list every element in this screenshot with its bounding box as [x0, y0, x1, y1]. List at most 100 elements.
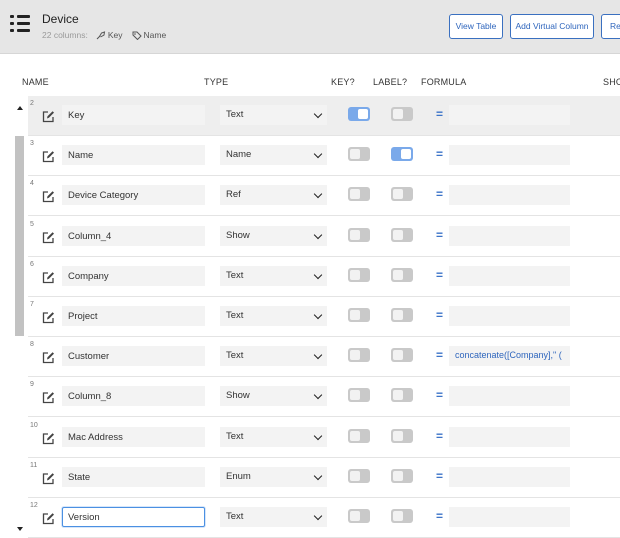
key-toggle[interactable]: [348, 428, 370, 443]
column-name-input[interactable]: Company: [62, 265, 205, 286]
formula-input[interactable]: [449, 225, 570, 246]
list-menu-icon[interactable]: [10, 15, 30, 33]
column-type-select[interactable]: Text: [220, 426, 327, 447]
row-number: 2: [30, 100, 34, 107]
column-name-input[interactable]: Column_8: [62, 386, 205, 407]
label-toggle[interactable]: [391, 227, 413, 242]
label-toggle[interactable]: [391, 509, 413, 523]
column-type-select[interactable]: Text: [220, 346, 327, 367]
pencil-square-icon[interactable]: [42, 271, 55, 284]
key-toggle[interactable]: [348, 227, 370, 242]
label-toggle[interactable]: [391, 187, 413, 202]
key-toggle[interactable]: [348, 468, 370, 483]
column-name-input[interactable]: Key: [62, 105, 205, 125]
pencil-square-icon[interactable]: [42, 150, 55, 163]
chevron-down-icon: [313, 310, 323, 320]
regenerate-button[interactable]: Re: [601, 14, 620, 39]
column-count: 22 columns:: [42, 30, 88, 40]
equals-icon: =: [436, 308, 444, 322]
column-row: 9 Column_8 Show =: [28, 377, 620, 418]
label-toggle[interactable]: [391, 468, 413, 483]
column-heading-show: SHO: [603, 77, 620, 87]
column-name-input[interactable]: Project: [62, 306, 205, 326]
key-toggle[interactable]: [348, 147, 370, 162]
add-virtual-column-button[interactable]: Add Virtual Column: [510, 14, 594, 39]
column-type-select[interactable]: Enum: [220, 466, 327, 487]
label-toggle[interactable]: [391, 428, 413, 443]
key-toggle[interactable]: [348, 388, 370, 403]
key-toggle[interactable]: [348, 107, 370, 121]
pencil-square-icon[interactable]: [42, 512, 55, 525]
key-toggle[interactable]: [348, 187, 370, 202]
pencil-square-icon[interactable]: [42, 391, 55, 404]
column-name-input[interactable]: Mac Address: [62, 426, 205, 447]
row-number: 10: [30, 421, 38, 429]
column-name-input[interactable]: Device Category: [62, 185, 205, 206]
pencil-square-icon[interactable]: [42, 351, 55, 364]
column-type-select[interactable]: Text: [220, 265, 327, 286]
formula-input[interactable]: [449, 185, 570, 206]
formula-input[interactable]: [449, 386, 570, 407]
formula-input[interactable]: concatenate([Company]," (: [449, 346, 570, 367]
formula-input[interactable]: [449, 426, 570, 447]
pencil-square-icon[interactable]: [42, 311, 55, 324]
column-row: 4 Device Category Ref =: [28, 176, 620, 217]
chevron-down-icon: [313, 471, 323, 481]
column-type-select[interactable]: Text: [220, 306, 327, 326]
column-name-input[interactable]: Column_4: [62, 225, 205, 246]
column-row: 3 Name Name =: [28, 136, 620, 177]
column-type-value: Text: [226, 430, 244, 442]
scroll-down-arrow[interactable]: [17, 527, 23, 531]
key-toggle[interactable]: [348, 308, 370, 322]
formula-input[interactable]: [449, 507, 570, 527]
scrollbar-thumb[interactable]: [15, 136, 24, 336]
key-toggle[interactable]: [348, 509, 370, 523]
label-toggle[interactable]: [391, 267, 413, 282]
equals-icon: =: [436, 348, 444, 363]
view-table-button[interactable]: View Table: [449, 14, 503, 39]
label-toggle[interactable]: [391, 107, 413, 121]
label-toggle[interactable]: [391, 147, 413, 162]
column-heading-label: LABEL?: [373, 77, 408, 87]
column-name-input[interactable]: State: [62, 466, 205, 487]
row-number: 5: [30, 220, 34, 228]
formula-input[interactable]: [449, 145, 570, 166]
equals-icon: =: [436, 428, 444, 443]
column-name-input[interactable]: Name: [62, 145, 205, 166]
formula-input[interactable]: [449, 466, 570, 487]
column-type-select[interactable]: Show: [220, 386, 327, 407]
chevron-down-icon: [313, 149, 323, 159]
table-header: Device 22 columns: Key Name View Table A…: [0, 0, 620, 54]
column-name-input[interactable]: Version: [62, 507, 205, 527]
column-type-select[interactable]: Text: [220, 507, 327, 527]
key-icon: [96, 30, 105, 39]
scroll-up-arrow[interactable]: [17, 106, 23, 110]
column-type-value: Name: [226, 149, 252, 161]
label-toggle[interactable]: [391, 308, 413, 322]
pencil-square-icon[interactable]: [42, 190, 55, 203]
pencil-square-icon[interactable]: [42, 432, 55, 445]
formula-input[interactable]: [449, 105, 570, 125]
column-type-select[interactable]: Show: [220, 225, 327, 246]
key-toggle[interactable]: [348, 267, 370, 282]
label-toggle[interactable]: [391, 348, 413, 363]
pencil-square-icon[interactable]: [42, 472, 55, 485]
pencil-square-icon[interactable]: [42, 110, 55, 123]
equals-icon: =: [436, 147, 444, 162]
column-row: 7 Project Text =: [28, 297, 620, 337]
column-name-input[interactable]: Customer: [62, 346, 205, 367]
column-type-value: Ref: [226, 189, 241, 201]
equals-icon: =: [436, 388, 444, 403]
label-toggle[interactable]: [391, 388, 413, 403]
column-type-select[interactable]: Name: [220, 145, 327, 166]
column-row: 12 Version Text =: [28, 498, 620, 538]
formula-input[interactable]: [449, 306, 570, 326]
column-type-value: Show: [226, 390, 250, 402]
pencil-square-icon[interactable]: [42, 231, 55, 244]
column-type-select[interactable]: Text: [220, 105, 327, 125]
formula-input[interactable]: [449, 265, 570, 286]
column-type-value: Text: [226, 310, 244, 321]
equals-icon: =: [436, 107, 444, 121]
key-toggle[interactable]: [348, 348, 370, 363]
column-type-select[interactable]: Ref: [220, 185, 327, 206]
